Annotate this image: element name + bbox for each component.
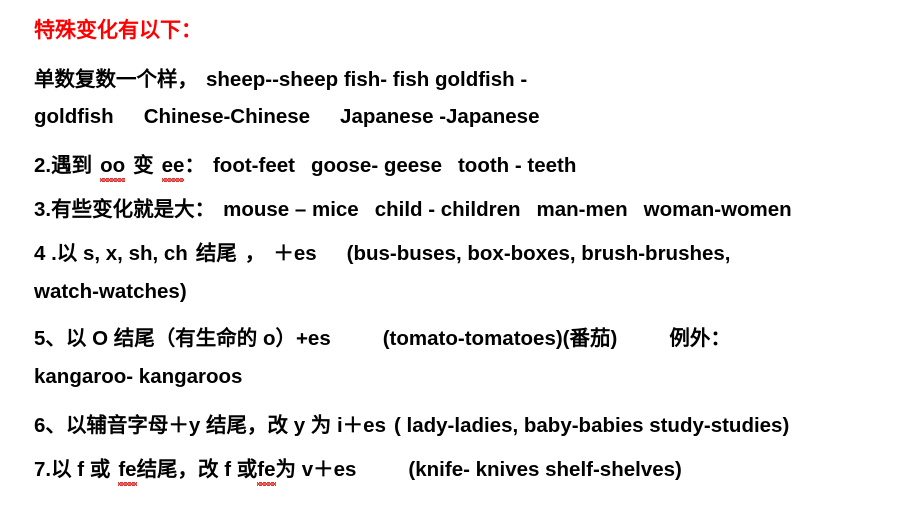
rule-4-line-1: 4 .以 s, x, sh, ch 结尾 ， ＋es (bus-buses, box-b… — [34, 236, 731, 266]
rule-1-example-goldfish: goldfish — [34, 105, 114, 128]
rule-1-examples-line-1: sheep--sheep fish- fish goldfish - — [206, 68, 528, 91]
rule-2-colon: ： — [184, 154, 205, 177]
rule-5-example: (tomato-tomatoes)(番茄) — [382, 327, 618, 350]
page-title: 特殊变化有以下： — [34, 19, 202, 42]
slide-canvas: 特殊变化有以下： 单数复数一个样， sheep--sheep fish- fish… — [0, 0, 898, 508]
rule-2-text-b: 变 — [133, 154, 154, 177]
rule-5-line-2: kangaroo- kangaroos — [34, 365, 242, 389]
spellcheck-token-fe-2: fe — [257, 458, 276, 486]
rule-2-example-3: tooth - teeth — [457, 154, 577, 177]
rule-3-example-3: man-men — [536, 198, 628, 221]
rule-2-example-1: foot-feet — [212, 154, 295, 177]
rule-4-line-2: watch-watches) — [34, 280, 187, 304]
rule-5-text: 以 O 结尾（有生命的 o）+es — [65, 327, 331, 350]
spellcheck-token-oo: oo — [100, 154, 126, 182]
rule-3-text: 有些变化就是大： — [51, 198, 216, 221]
rule-1-example-chinese: Chinese-Chinese — [143, 105, 311, 128]
rule-2-example-2: goose- geese — [310, 154, 442, 177]
rule-3-line: 3.有些变化就是大： mouse – mice child - children ma… — [34, 192, 792, 222]
rule-4-examples-line-1: (bus-buses, box-boxes, brush-brushes, — [346, 242, 731, 265]
rule-1-example-japanese: Japanese -Japanese — [340, 105, 540, 128]
rule-7-line: 7.以 f 或 fe结尾，改 f 或fe为 v＋es (knife- knives … — [34, 452, 682, 486]
rule-1-line-2: goldfish Chinese-Chinese Japanese -Japanes… — [34, 105, 539, 129]
rule-2-text-a: 遇到 — [51, 154, 93, 177]
rule-4-number: 4 . — [34, 242, 57, 265]
rule-6-text: 以辅音字母＋y 结尾，改 y 为 i＋es — [65, 414, 386, 437]
rule-7-text-a: 以 f 或 — [51, 458, 111, 481]
rule-7-text-c: 为 v＋es — [275, 458, 357, 481]
rule-5-exception-label: 例外： — [669, 327, 731, 350]
rule-1-line-1: 单数复数一个样， sheep--sheep fish- fish goldfish… — [34, 62, 527, 92]
rule-3-number: 3. — [34, 198, 52, 221]
rule-4-text-a: 以 s, x, sh, ch — [56, 242, 188, 265]
rule-3-example-1: mouse – mice — [223, 198, 359, 221]
rule-7-text-b: 结尾，改 f 或 — [136, 458, 258, 481]
rule-2-number: 2. — [34, 154, 52, 177]
rule-1-label: 单数复数一个样， — [34, 68, 198, 91]
rule-4-suffix: ＋es — [273, 242, 317, 265]
rule-3-example-2: child - children — [374, 198, 521, 221]
rule-7-number: 7. — [34, 458, 52, 481]
rule-6-examples: ( lady-ladies, baby-babies study-studies… — [394, 414, 790, 437]
rule-5-line-1: 5、以 O 结尾（有生命的 o）+es (tomato-tomatoes)(番茄)… — [34, 321, 731, 351]
spellcheck-token-fe-1: fe — [118, 458, 137, 486]
rule-2-line: 2.遇到 oo 变 ee： foot-feet goose- geese tooth - t… — [34, 148, 577, 182]
rule-6-number: 6、 — [34, 414, 66, 437]
rule-4-comma: ， — [244, 242, 266, 265]
spellcheck-token-ee: ee — [161, 154, 185, 182]
rule-5-number: 5、 — [34, 327, 66, 350]
rule-5-exception-example: kangaroo- kangaroos — [34, 365, 243, 388]
rule-4-examples-line-2: watch-watches) — [34, 280, 187, 303]
rule-7-examples: (knife- knives shelf-shelves) — [408, 458, 682, 481]
rule-6-line: 6、以辅音字母＋y 结尾，改 y 为 i＋es ( lady-ladies, ba… — [34, 408, 789, 438]
rule-3-example-4: woman-women — [643, 198, 792, 221]
rule-4-text-b: 结尾 — [195, 242, 237, 265]
